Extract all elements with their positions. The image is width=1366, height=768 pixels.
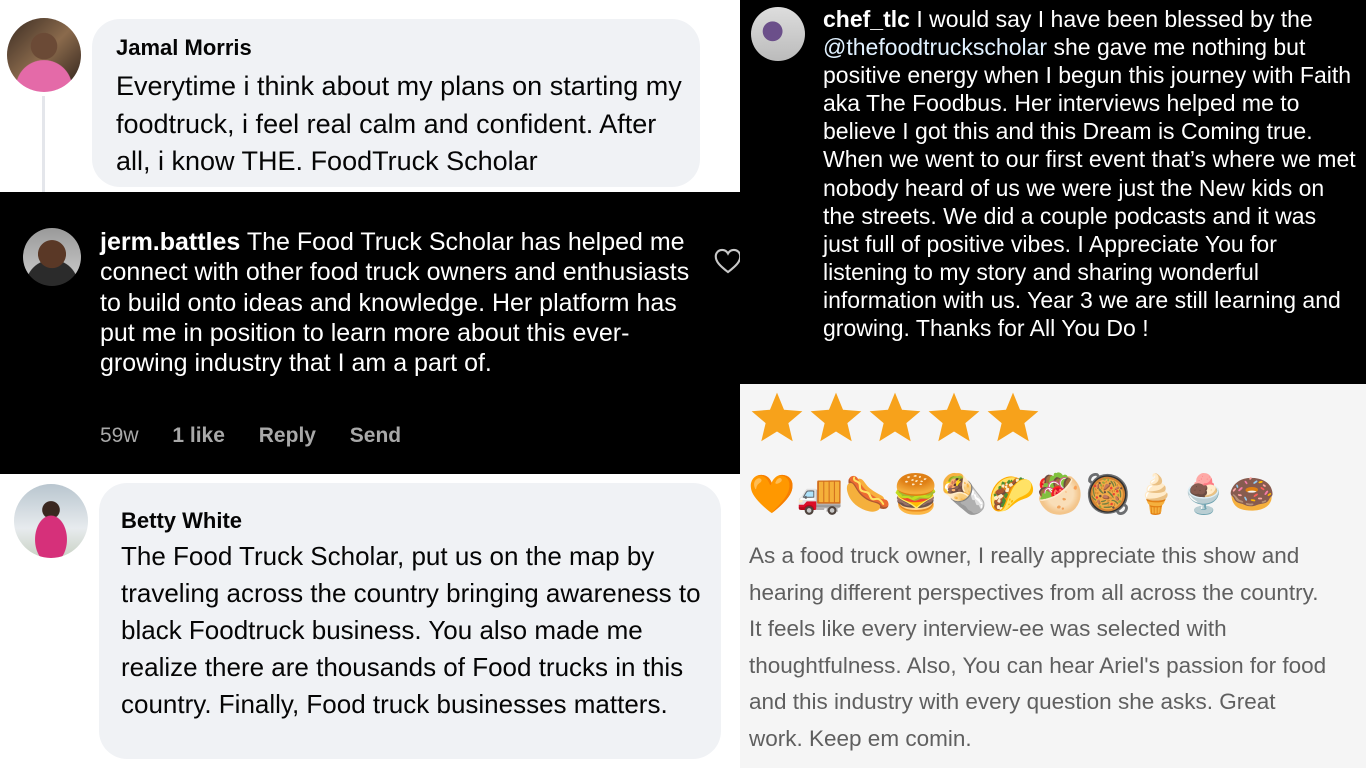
star-icon [987, 392, 1039, 442]
emoji-icon: 🌭 [844, 474, 892, 516]
thread-line [42, 96, 45, 192]
commenter-name[interactable]: Betty White [121, 508, 242, 534]
star-icon [928, 392, 980, 442]
comment-body: jerm.battles The Food Truck Scholar has … [100, 227, 700, 378]
comment-text-start: I would say I have been blessed by the [916, 6, 1313, 32]
comment-card-betty-white: Betty White The Food Truck Scholar, put … [0, 474, 740, 768]
avatar[interactable] [7, 18, 81, 92]
emoji-row: 🧡 🚚 🌭 🍔 🌯 🌮 🥙 🥘 🍦 🍨 🍩 [748, 472, 1276, 524]
review-card: 🧡 🚚 🌭 🍔 🌯 🌮 🥙 🥘 🍦 🍨 🍩 As a food truck owner, I rea… [740, 384, 1366, 768]
review-text: As a food truck owner, I really apprecia… [749, 543, 1327, 751]
avatar[interactable] [14, 484, 88, 558]
avatar[interactable] [23, 228, 81, 286]
emoji-icon: 🥘 [1084, 474, 1132, 516]
emoji-icon: 🍩 [1228, 474, 1276, 516]
comment-time: 59w [100, 424, 139, 447]
emoji-icon: 🥙 [1036, 474, 1084, 516]
reply-button[interactable]: Reply [259, 424, 316, 447]
commenter-username[interactable]: chef_tlc [823, 6, 910, 32]
avatar[interactable] [751, 7, 805, 61]
comment-bubble: Jamal Morris Everytime i think about my … [92, 19, 700, 187]
send-button[interactable]: Send [350, 424, 401, 447]
comment-meta: 59w 1 like Reply Send [100, 424, 429, 448]
likes-count[interactable]: 1 like [172, 424, 225, 447]
comment-text-end: she gave me nothing but positive energy … [823, 34, 1356, 342]
comment-body: chef_tlc I would say I have been blessed… [823, 5, 1358, 342]
emoji-icon: 🌮 [988, 474, 1036, 516]
star-rating [748, 388, 1043, 453]
commenter-name[interactable]: Jamal Morris [116, 35, 252, 61]
emoji-icon: 🍦 [1132, 474, 1180, 516]
star-icon [751, 392, 803, 442]
comment-card-jamal-morris: Jamal Morris Everytime i think about my … [0, 0, 740, 192]
star-icon [869, 392, 921, 442]
emoji-icon: 🍔 [892, 474, 940, 516]
comment-bubble: Betty White The Food Truck Scholar, put … [99, 483, 721, 759]
star-icon [810, 392, 862, 442]
mention-link[interactable]: @thefoodtruckscholar [823, 34, 1047, 60]
emoji-icon: 🚚 [796, 474, 844, 516]
comment-card-jerm-battles: jerm.battles The Food Truck Scholar has … [0, 192, 740, 474]
emoji-icon: 🌯 [940, 474, 988, 516]
comment-text: Everytime i think about my plans on star… [116, 71, 682, 176]
heart-icon[interactable] [714, 248, 740, 274]
comment-text: The Food Truck Scholar, put us on the ma… [121, 541, 701, 719]
comment-card-chef-tlc: chef_tlc I would say I have been blessed… [740, 0, 1366, 384]
commenter-username[interactable]: jerm.battles [100, 228, 240, 256]
emoji-icon: 🍨 [1180, 474, 1228, 516]
emoji-icon: 🧡 [748, 474, 796, 516]
